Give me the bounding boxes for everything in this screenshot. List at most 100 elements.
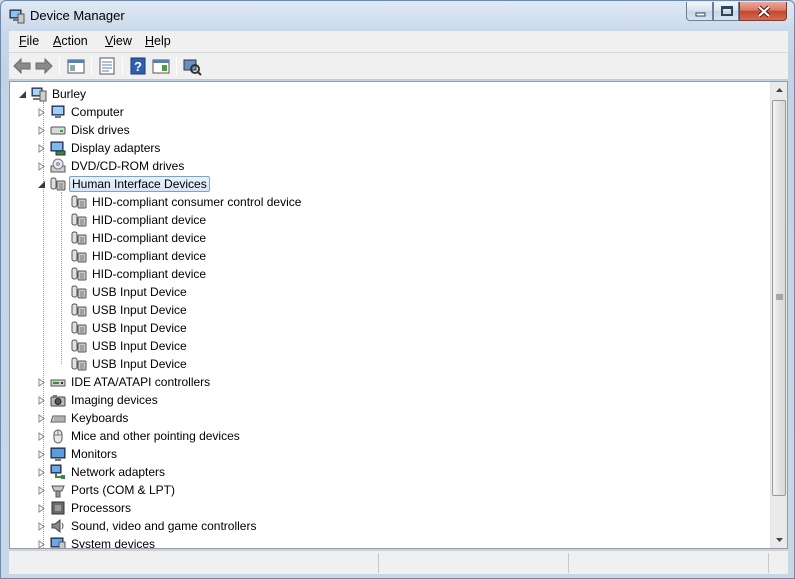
tree-child-hid-device[interactable]: HID-compliant device bbox=[71, 211, 208, 229]
tree-item-disk-drives[interactable]: Disk drives bbox=[37, 121, 132, 139]
scan-hardware-changes-button[interactable] bbox=[181, 56, 203, 76]
expand-arrow-icon[interactable] bbox=[37, 431, 46, 441]
expand-arrow-icon[interactable] bbox=[37, 143, 46, 153]
back-button[interactable] bbox=[11, 56, 33, 76]
mouse-icon bbox=[53, 429, 63, 444]
processor-icon bbox=[51, 501, 65, 515]
tree-child-usb-input-device[interactable]: USB Input Device bbox=[71, 301, 189, 319]
scroll-up-button[interactable] bbox=[771, 82, 787, 99]
expand-arrow-icon[interactable] bbox=[37, 539, 46, 549]
toolbar-separator bbox=[91, 57, 92, 75]
device-tree[interactable]: Burley Computer Disk drives Display adap… bbox=[10, 82, 770, 548]
device-tree-pane: Burley Computer Disk drives Display adap… bbox=[9, 81, 788, 549]
minimize-icon bbox=[695, 12, 706, 17]
hid-icon bbox=[71, 357, 87, 371]
expand-arrow-icon[interactable] bbox=[37, 467, 46, 477]
tree-child-hid-device[interactable]: HID-compliant consumer control device bbox=[71, 193, 303, 211]
hid-icon bbox=[71, 303, 87, 317]
computer-icon bbox=[51, 105, 65, 118]
title-bar[interactable]: Device Manager bbox=[1, 1, 794, 31]
display-adapter-icon bbox=[50, 141, 66, 156]
action-pane-icon bbox=[152, 59, 170, 74]
tree-item-dvd-cd-rom-drives[interactable]: DVD/CD-ROM drives bbox=[37, 157, 186, 175]
tree-item-sound-video-and-game-controllers[interactable]: Sound, video and game controllers bbox=[37, 517, 258, 535]
tree-item-display-adapters[interactable]: Display adapters bbox=[37, 139, 162, 157]
tree-item-network-adapters[interactable]: Network adapters bbox=[37, 463, 167, 481]
tree-child-usb-input-device[interactable]: USB Input Device bbox=[71, 355, 189, 373]
show-hide-console-tree-button[interactable] bbox=[65, 56, 87, 76]
scan-hardware-changes-icon bbox=[183, 59, 202, 76]
status-pane bbox=[9, 553, 379, 573]
expand-arrow-icon[interactable] bbox=[37, 413, 46, 423]
collapse-arrow-icon[interactable] bbox=[37, 180, 46, 189]
expand-arrow-icon[interactable] bbox=[37, 449, 46, 459]
expand-arrow-icon[interactable] bbox=[37, 377, 46, 387]
tree-item-monitors[interactable]: Monitors bbox=[37, 445, 119, 463]
tree-item-system-devices[interactable]: System devices bbox=[37, 535, 157, 548]
maximize-icon bbox=[721, 6, 733, 16]
toolbar: ? bbox=[9, 53, 788, 80]
show-hide-console-tree-icon bbox=[67, 59, 85, 74]
close-button[interactable] bbox=[739, 2, 787, 21]
tree-item-ide-ata-atapi-controllers[interactable]: IDE ATA/ATAPI controllers bbox=[37, 373, 212, 391]
help-button[interactable]: ? bbox=[127, 56, 149, 76]
minimize-button[interactable] bbox=[686, 2, 713, 21]
menu-view[interactable]: View bbox=[105, 34, 132, 48]
system-devices-icon bbox=[50, 537, 66, 548]
tree-item-computer[interactable]: Computer bbox=[37, 103, 126, 121]
collapse-arrow-icon[interactable] bbox=[18, 90, 27, 99]
ide-controller-icon bbox=[50, 379, 66, 387]
tree-child-usb-input-device[interactable]: USB Input Device bbox=[71, 319, 189, 337]
expand-arrow-icon[interactable] bbox=[37, 161, 46, 171]
hid-icon bbox=[50, 177, 66, 191]
tree-item-human-interface-devices[interactable]: Human Interface Devices bbox=[37, 175, 210, 193]
hid-icon bbox=[71, 321, 87, 335]
expand-arrow-icon[interactable] bbox=[37, 107, 46, 117]
properties-icon bbox=[99, 57, 115, 75]
menu-bar: File Action View Help bbox=[9, 31, 788, 53]
menu-action[interactable]: Action bbox=[53, 34, 88, 48]
status-pane bbox=[379, 553, 569, 573]
action-pane-button[interactable] bbox=[150, 56, 172, 76]
back-arrow-icon bbox=[13, 57, 31, 75]
properties-button[interactable] bbox=[96, 56, 118, 76]
svg-text:?: ? bbox=[134, 59, 142, 74]
tree-child-usb-input-device[interactable]: USB Input Device bbox=[71, 283, 189, 301]
expand-arrow-icon[interactable] bbox=[37, 521, 46, 531]
forward-button[interactable] bbox=[33, 56, 55, 76]
window-title: Device Manager bbox=[30, 8, 125, 23]
tree-child-usb-input-device[interactable]: USB Input Device bbox=[71, 337, 189, 355]
expand-arrow-icon[interactable] bbox=[37, 395, 46, 405]
tree-item-keyboards[interactable]: Keyboards bbox=[37, 409, 130, 427]
expand-arrow-icon[interactable] bbox=[37, 125, 46, 135]
tree-child-hid-device[interactable]: HID-compliant device bbox=[71, 229, 208, 247]
tree-item-mice-and-other-pointing-devices[interactable]: Mice and other pointing devices bbox=[37, 427, 242, 445]
camera-icon bbox=[50, 395, 66, 407]
disk-drive-icon bbox=[50, 126, 66, 135]
device-manager-app-icon bbox=[9, 9, 25, 24]
scroll-up-arrow-icon bbox=[776, 88, 783, 92]
menu-help[interactable]: Help bbox=[145, 34, 171, 48]
tree-item-processors[interactable]: Processors bbox=[37, 499, 133, 517]
scroll-thumb[interactable] bbox=[772, 100, 786, 496]
expand-arrow-icon[interactable] bbox=[37, 503, 46, 513]
scroll-down-button[interactable] bbox=[771, 531, 787, 548]
status-pane bbox=[569, 553, 769, 573]
scroll-down-arrow-icon bbox=[776, 538, 783, 542]
maximize-button[interactable] bbox=[713, 2, 739, 21]
close-icon bbox=[757, 5, 771, 18]
toolbar-separator bbox=[176, 57, 177, 75]
tree-root[interactable]: Burley bbox=[18, 85, 88, 103]
tree-root-label: Burley bbox=[52, 87, 87, 101]
tree-item-ports-com-lpt[interactable]: Ports (COM & LPT) bbox=[37, 481, 177, 499]
tree-child-hid-device[interactable]: HID-compliant device bbox=[71, 247, 208, 265]
hid-icon bbox=[71, 195, 87, 209]
tree-connector bbox=[61, 192, 62, 364]
vertical-scrollbar[interactable] bbox=[770, 82, 787, 548]
device-manager-window: Device Manager File Action View Help ? B… bbox=[0, 0, 795, 579]
expand-arrow-icon[interactable] bbox=[37, 485, 46, 495]
hid-icon bbox=[71, 213, 87, 227]
tree-child-hid-device[interactable]: HID-compliant device bbox=[71, 265, 208, 283]
tree-item-imaging-devices[interactable]: Imaging devices bbox=[37, 391, 160, 409]
menu-file[interactable]: File bbox=[19, 34, 39, 48]
